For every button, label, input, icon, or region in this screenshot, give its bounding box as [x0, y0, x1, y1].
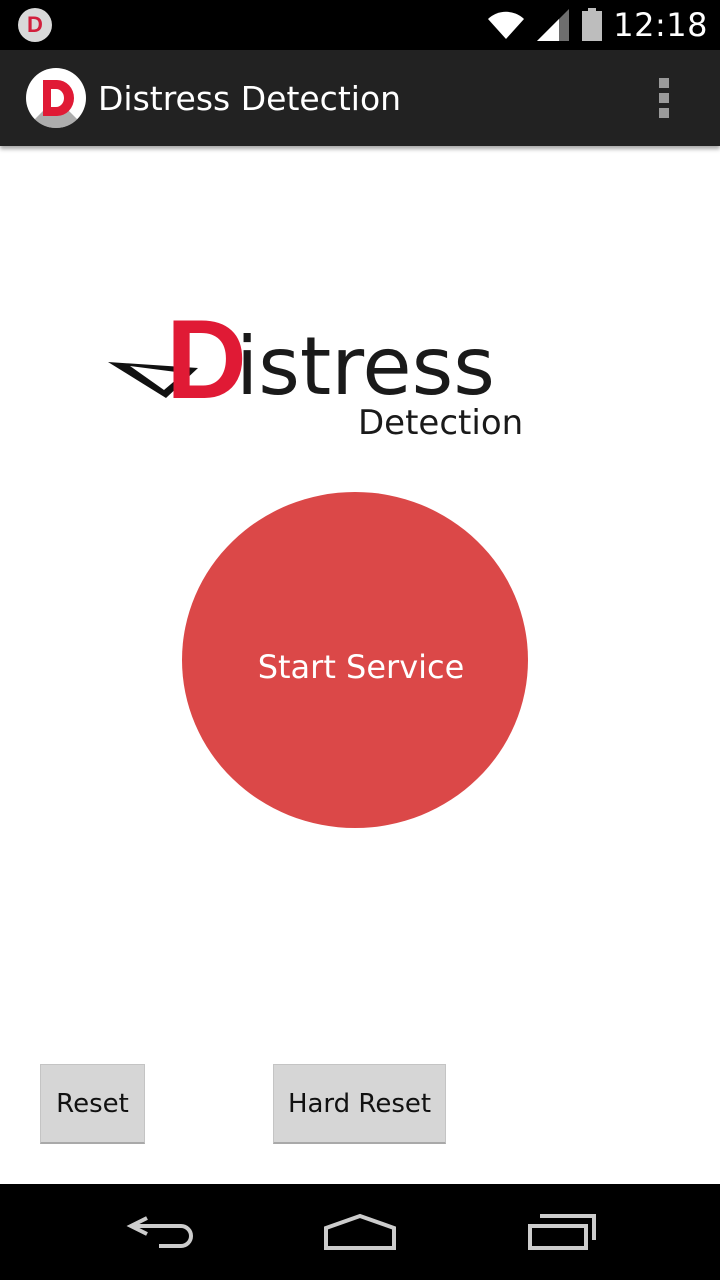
home-icon-graphic: [324, 1213, 396, 1250]
distress-detection-logo: D istress Detection: [108, 306, 523, 443]
overflow-dot: [659, 78, 669, 88]
logo-initial: D: [166, 306, 247, 422]
hard-reset-button[interactable]: Hard Reset: [273, 1064, 446, 1144]
notification-letter: D: [27, 12, 43, 37]
status-bar: D 12:18: [0, 0, 720, 50]
app-logo-graphic: [26, 80, 86, 128]
status-time: 12:18: [613, 6, 708, 44]
logo-subtitle: Detection: [358, 403, 523, 443]
signal-icon: [537, 9, 570, 41]
logo-word: istress: [236, 320, 495, 413]
home-icon[interactable]: [300, 1184, 420, 1280]
overflow-dot: [659, 108, 669, 118]
recent-apps-icon[interactable]: [502, 1184, 622, 1280]
battery-icon: [582, 8, 603, 41]
wifi-icon: [488, 11, 525, 39]
overflow-menu-icon[interactable]: [650, 74, 678, 122]
status-icons: 12:18: [487, 0, 708, 50]
app-notification-icon: D: [18, 8, 52, 42]
recent-apps-icon-graphic: [528, 1214, 596, 1250]
back-icon-graphic: [126, 1216, 193, 1248]
back-icon[interactable]: [100, 1184, 220, 1280]
start-service-label: Start Service: [257, 648, 465, 686]
overflow-dot: [659, 93, 669, 103]
navigation-bar: [0, 1184, 720, 1280]
action-bar: Distress Detection: [0, 50, 720, 146]
reset-button[interactable]: Reset: [40, 1064, 145, 1144]
app-title: Distress Detection: [98, 79, 402, 118]
start-service-button[interactable]: Start Service: [182, 492, 528, 828]
app-logo-icon[interactable]: [26, 68, 86, 128]
